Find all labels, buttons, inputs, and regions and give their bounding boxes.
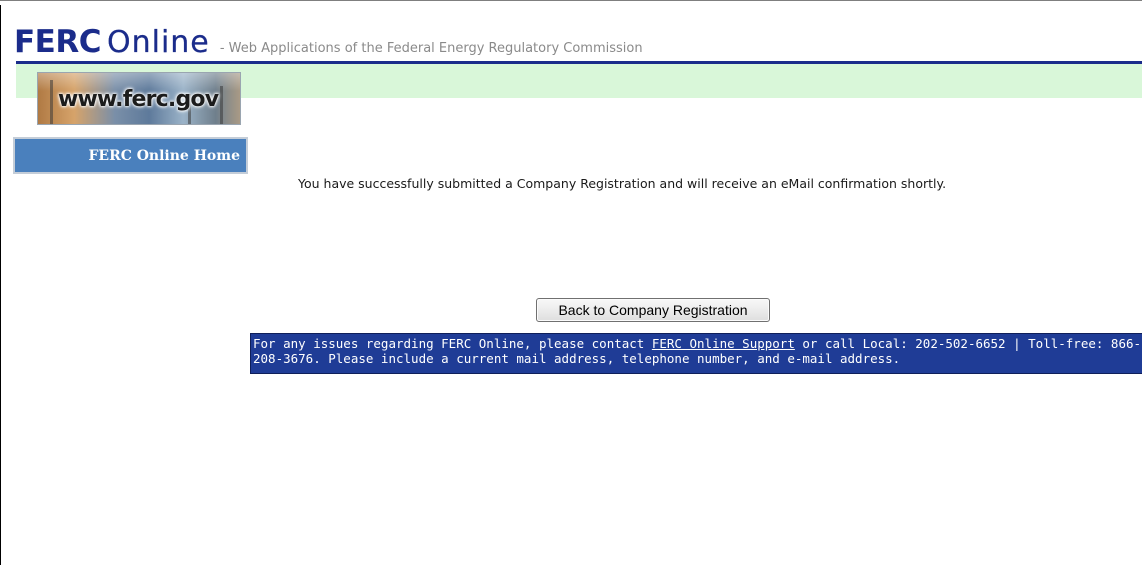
support-notice: For any issues regarding FERC Online, pl…	[250, 333, 1142, 374]
nav-home-label: FERC Online Home	[88, 148, 240, 164]
ferc-site-banner-image[interactable]: www.ferc.gov	[37, 72, 241, 125]
success-message: You have successfully submitted a Compan…	[298, 176, 947, 191]
nav-ferc-online-home[interactable]: FERC Online Home	[13, 137, 248, 174]
banner-tower	[220, 86, 223, 124]
logo-ferc: FERC	[14, 24, 101, 60]
logo-online: Online	[106, 25, 210, 60]
banner-tower	[50, 80, 53, 124]
window-top-border	[0, 0, 1142, 5]
banner-url-text: www.ferc.gov	[58, 87, 219, 112]
support-text-before: For any issues regarding FERC Online, pl…	[253, 336, 652, 351]
back-to-company-registration-button[interactable]: Back to Company Registration	[536, 298, 770, 322]
window-left-border	[0, 0, 1, 565]
site-tagline: - Web Applications of the Federal Energy…	[219, 41, 643, 56]
ferc-online-support-link[interactable]: FERC Online Support	[652, 336, 795, 351]
site-header: FERC Online - Web Applications of the Fed…	[14, 24, 643, 64]
